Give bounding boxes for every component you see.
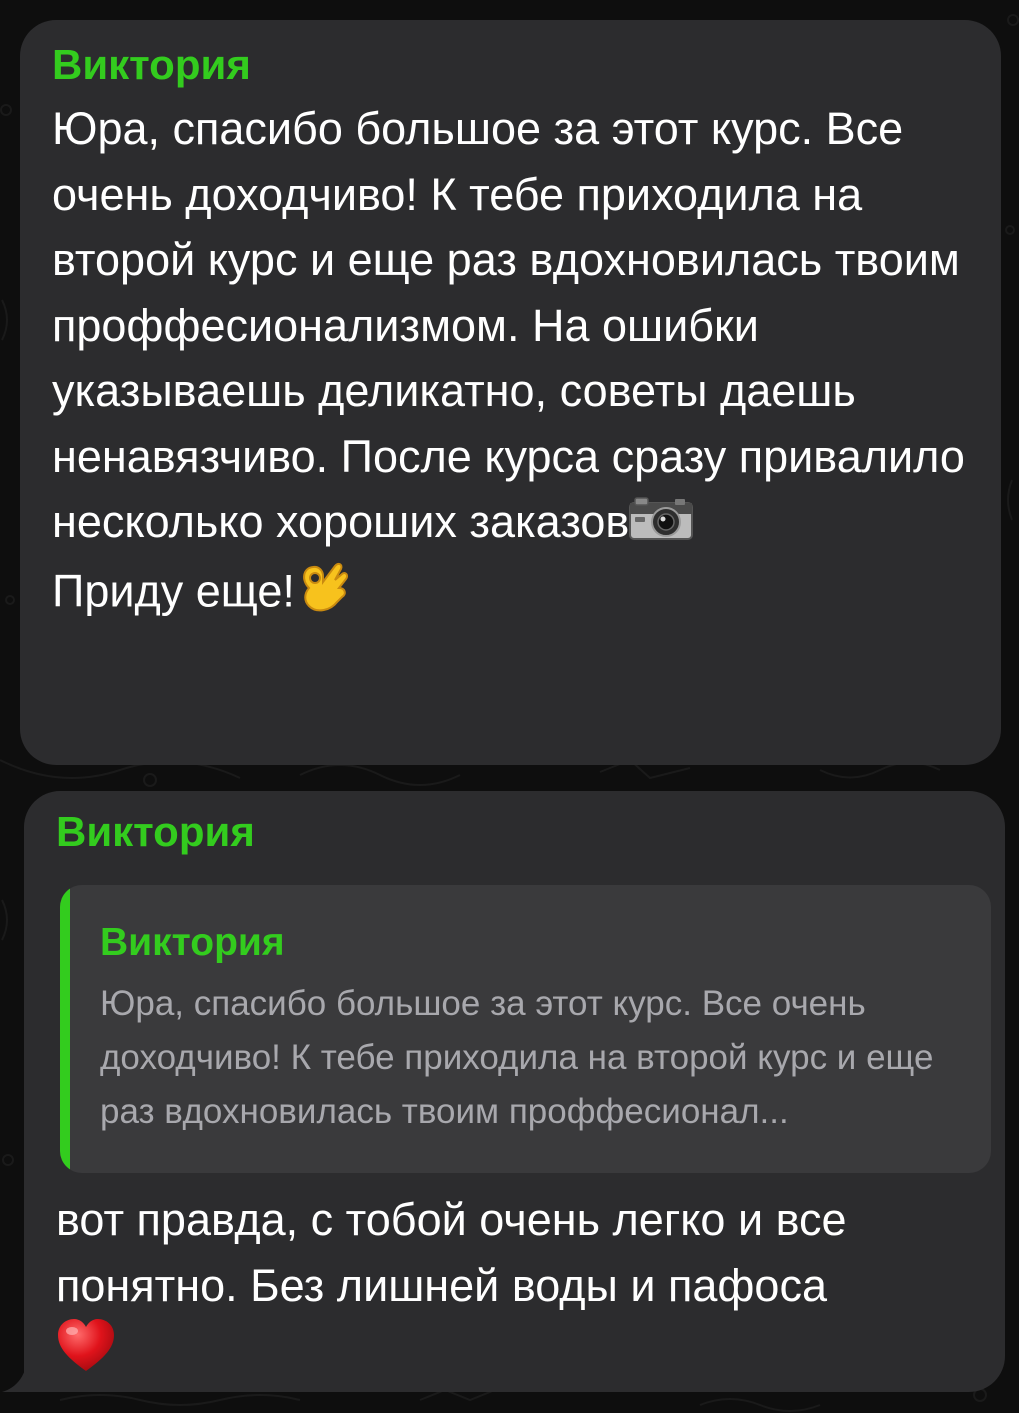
message-body-line2: Приду еще!	[52, 565, 295, 617]
reply-quote[interactable]: Виктория Юра, спасибо большое за этот ку…	[60, 885, 991, 1173]
message-body: вот правда, с тобой очень легко и все по…	[56, 1194, 847, 1311]
bubble-tail	[2, 1350, 42, 1392]
reply-quote-bar	[60, 885, 70, 1173]
ok-hand-emoji-icon	[295, 558, 349, 632]
reply-quote-text: Юра, спасибо большое за этот курс. Все о…	[100, 984, 934, 1131]
message-sender-name[interactable]: Виктория	[56, 807, 991, 857]
message-bubble[interactable]: Виктория Юра, спасибо большое за этот ку…	[20, 20, 1001, 765]
message-sender-name[interactable]: Виктория	[52, 40, 971, 90]
red-heart-emoji-icon	[56, 1318, 116, 1392]
chat-view[interactable]: Виктория Юра, спасибо большое за этот ку…	[0, 0, 1019, 1413]
reply-quote-sender: Виктория	[100, 921, 285, 964]
message-text[interactable]: вот правда, с тобой очень легко и все по…	[56, 1187, 991, 1392]
message-text[interactable]: Юра, спасибо большое за этот курс. Все о…	[52, 96, 971, 631]
camera-emoji-icon	[629, 492, 694, 558]
message-bubble-reply[interactable]: Виктория Виктория Юра, спасибо большое з…	[24, 791, 1005, 1392]
message-body: Юра, спасибо большое за этот курс. Все о…	[52, 103, 965, 547]
